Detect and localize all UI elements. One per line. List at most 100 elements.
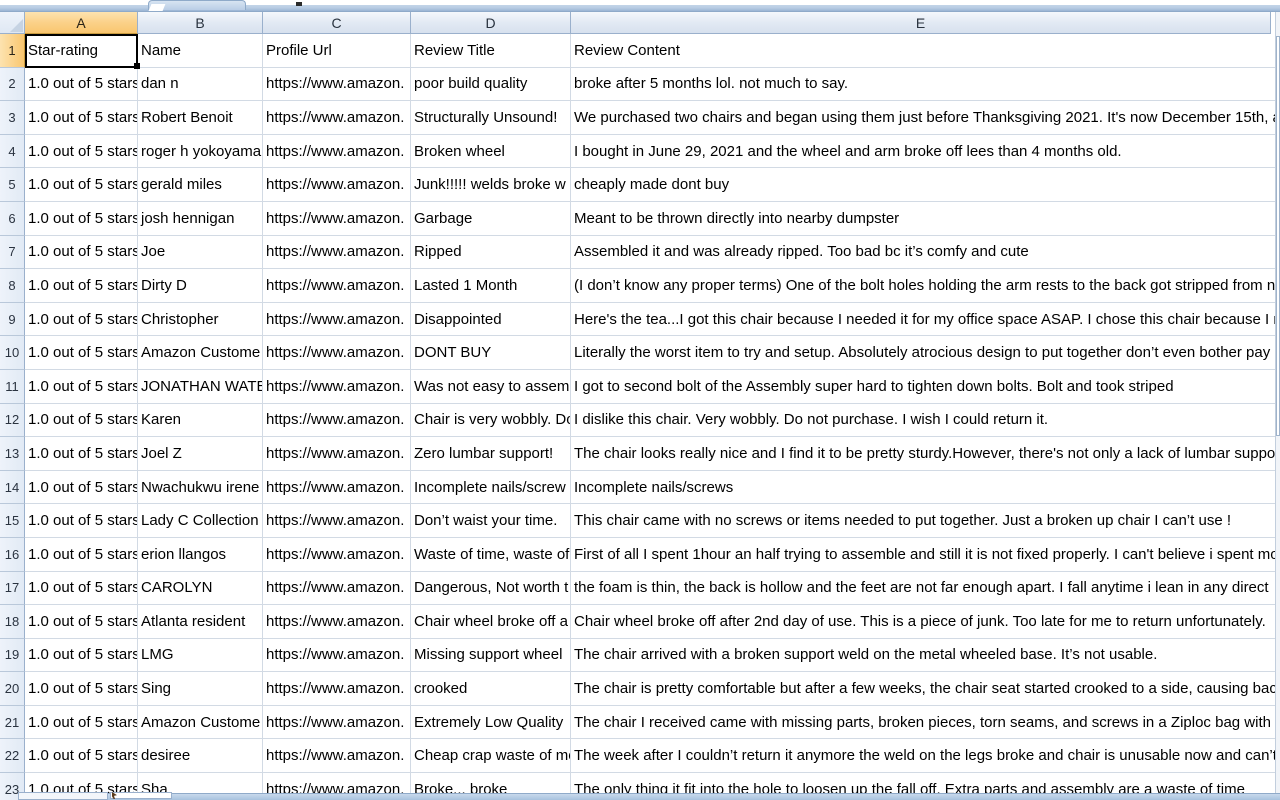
cell-c6[interactable]: https://www.amazon. xyxy=(263,201,411,235)
cell-b16[interactable]: erion llangos xyxy=(138,537,263,571)
cell-d22[interactable]: Cheap crap waste of mo xyxy=(411,739,571,773)
cell-a3[interactable]: 1.0 out of 5 stars xyxy=(25,101,138,134)
cell-a22[interactable]: 1.0 out of 5 stars xyxy=(25,739,138,773)
cell-b21[interactable]: Amazon Custome xyxy=(138,705,263,739)
cell-a5[interactable]: 1.0 out of 5 stars xyxy=(25,168,138,201)
cell-b14[interactable]: Nwachukwu irene xyxy=(138,470,263,504)
row-header-5[interactable]: 5 xyxy=(0,168,25,202)
cell-e19[interactable]: The chair arrived with a broken support … xyxy=(571,639,1271,672)
cell-a16[interactable]: 1.0 out of 5 stars xyxy=(25,537,138,571)
cell-b20[interactable]: Sing xyxy=(138,672,263,705)
cell-a9[interactable]: 1.0 out of 5 stars xyxy=(25,302,138,336)
cell-b11[interactable]: JONATHAN WATE xyxy=(138,369,263,403)
row-header-9[interactable]: 9 xyxy=(0,302,25,337)
header-cell-b[interactable]: Name xyxy=(138,34,263,67)
cell-e12[interactable]: I dislike this chair. Very wobbly. Do no… xyxy=(571,404,1271,437)
table-row[interactable]: 1.0 out of 5 stars dan n https://www.amazo… xyxy=(25,67,1280,102)
cell-a10[interactable]: 1.0 out of 5 stars xyxy=(25,336,138,369)
cell-a19[interactable]: 1.0 out of 5 stars xyxy=(25,638,138,672)
cell-e11[interactable]: I got to second bolt of the Assembly sup… xyxy=(571,370,1271,403)
cell-b9[interactable]: Christopher xyxy=(138,302,263,336)
cell-c15[interactable]: https://www.amazon. xyxy=(263,504,411,537)
column-header-b[interactable]: B xyxy=(138,12,263,34)
cell-d2[interactable]: poor build quality xyxy=(411,67,571,101)
cell-c7[interactable]: https://www.amazon. xyxy=(263,235,411,269)
cell-edit-box[interactable] xyxy=(110,792,172,799)
table-row[interactable]: 1.0 out of 5 stars LMG https://www.amazon.… xyxy=(25,638,1280,673)
cell-b5[interactable]: gerald miles xyxy=(138,168,263,201)
cell-d4[interactable]: Broken wheel xyxy=(411,134,571,168)
row-header-14[interactable]: 14 xyxy=(0,470,25,505)
cell-b6[interactable]: josh hennigan xyxy=(138,201,263,235)
table-row[interactable]: 1.0 out of 5 stars JONATHAN WATE https://w… xyxy=(25,369,1280,404)
row-header-2[interactable]: 2 xyxy=(0,67,25,102)
cell-d15[interactable]: Don’t waist your time. xyxy=(411,504,571,537)
row-header-21[interactable]: 21 xyxy=(0,705,25,740)
row-header-11[interactable]: 11 xyxy=(0,369,25,404)
cell-c14[interactable]: https://www.amazon. xyxy=(263,470,411,504)
name-box[interactable] xyxy=(18,792,108,800)
cell-a4[interactable]: 1.0 out of 5 stars xyxy=(25,134,138,168)
table-row[interactable]: 1.0 out of 5 stars Christopher https://www… xyxy=(25,302,1280,337)
cell-c17[interactable]: https://www.amazon. xyxy=(263,571,411,605)
row-header-22[interactable]: 22 xyxy=(0,739,25,774)
table-row[interactable]: 1.0 out of 5 stars Atlanta resident https:… xyxy=(25,605,1280,639)
cell-d19[interactable]: Missing support wheel xyxy=(411,638,571,672)
cell-e8[interactable]: (I don’t know any proper terms) One of t… xyxy=(571,269,1275,302)
table-row[interactable]: 1.0 out of 5 stars erion llangos https://w… xyxy=(25,537,1280,572)
cell-d17[interactable]: Dangerous, Not worth t xyxy=(411,571,571,605)
cell-d9[interactable]: Disappointed xyxy=(411,302,571,336)
table-row[interactable]: 1.0 out of 5 stars Lady C Collection https… xyxy=(25,504,1280,538)
cell-d5[interactable]: Junk!!!!! welds broke w xyxy=(411,168,571,201)
cell-e18[interactable]: Chair wheel broke off after 2nd day of u… xyxy=(571,605,1271,638)
cell-a2[interactable]: 1.0 out of 5 stars xyxy=(25,67,138,101)
row-header-16[interactable]: 16 xyxy=(0,537,25,572)
cell-b12[interactable]: Karen xyxy=(138,403,263,437)
cell-e2[interactable]: broke after 5 months lol. not much to sa… xyxy=(571,68,1271,101)
cell-b18[interactable]: Atlanta resident xyxy=(138,605,263,638)
cell-c21[interactable]: https://www.amazon. xyxy=(263,705,411,739)
cell-a8[interactable]: 1.0 out of 5 stars xyxy=(25,269,138,302)
cell-e3[interactable]: We purchased two chairs and began using … xyxy=(571,101,1280,134)
cell-c3[interactable]: https://www.amazon. xyxy=(263,101,411,134)
cell-c18[interactable]: https://www.amazon. xyxy=(263,605,411,638)
row-header-3[interactable]: 3 xyxy=(0,101,25,135)
cell-c9[interactable]: https://www.amazon. xyxy=(263,302,411,336)
cell-a15[interactable]: 1.0 out of 5 stars xyxy=(25,504,138,537)
header-cell-d[interactable]: Review Title xyxy=(411,34,571,67)
cell-area[interactable]: Star-rating Name Profile Url Review Title Re… xyxy=(25,34,1280,800)
cell-b13[interactable]: Joel Z xyxy=(138,437,263,470)
cell-d7[interactable]: Ripped xyxy=(411,235,571,269)
cell-d3[interactable]: Structurally Unsound! xyxy=(411,101,571,134)
cell-b2[interactable]: dan n xyxy=(138,67,263,101)
cell-d21[interactable]: Extremely Low Quality xyxy=(411,705,571,739)
cell-b15[interactable]: Lady C Collection xyxy=(138,504,263,537)
row-header-10[interactable]: 10 xyxy=(0,336,25,370)
row-header-15[interactable]: 15 xyxy=(0,504,25,538)
cell-d13[interactable]: Zero lumbar support! xyxy=(411,437,571,470)
row-header-4[interactable]: 4 xyxy=(0,134,25,169)
cell-b3[interactable]: Robert Benoit xyxy=(138,101,263,134)
table-row[interactable]: 1.0 out of 5 stars Amazon Custome https://… xyxy=(25,705,1280,740)
cell-e13[interactable]: The chair looks really nice and I find i… xyxy=(571,437,1275,470)
cell-c20[interactable]: https://www.amazon. xyxy=(263,672,411,705)
row-header-19[interactable]: 19 xyxy=(0,638,25,673)
cell-c22[interactable]: https://www.amazon. xyxy=(263,739,411,773)
cell-c13[interactable]: https://www.amazon. xyxy=(263,437,411,470)
table-row[interactable]: 1.0 out of 5 stars Robert Benoit https://w… xyxy=(25,101,1280,135)
cell-d20[interactable]: crooked xyxy=(411,672,571,705)
cell-a21[interactable]: 1.0 out of 5 stars xyxy=(25,705,138,739)
table-row[interactable]: 1.0 out of 5 stars Amazon Custome https://… xyxy=(25,336,1280,370)
cell-c19[interactable]: https://www.amazon. xyxy=(263,638,411,672)
cell-d11[interactable]: Was not easy to assemb xyxy=(411,369,571,403)
cell-d14[interactable]: Incomplete nails/screw xyxy=(411,470,571,504)
cell-b22[interactable]: desiree xyxy=(138,739,263,773)
spreadsheet-grid[interactable]: ABCDE 1 2 3 4 5 6 7 8 9 10 11 12 13 14 15 16 17 18 19 20 21 2… xyxy=(0,12,1280,800)
cell-c11[interactable]: https://www.amazon. xyxy=(263,369,411,403)
column-header-c[interactable]: C xyxy=(263,12,411,34)
cell-e16[interactable]: First of all I spent 1hour an half tryin… xyxy=(571,538,1279,571)
cell-b19[interactable]: LMG xyxy=(138,638,263,672)
table-row[interactable]: 1.0 out of 5 stars Joe https://www.amazon.… xyxy=(25,235,1280,270)
row-header-18[interactable]: 18 xyxy=(0,605,25,639)
header-cell-a[interactable]: Star-rating xyxy=(25,34,138,67)
